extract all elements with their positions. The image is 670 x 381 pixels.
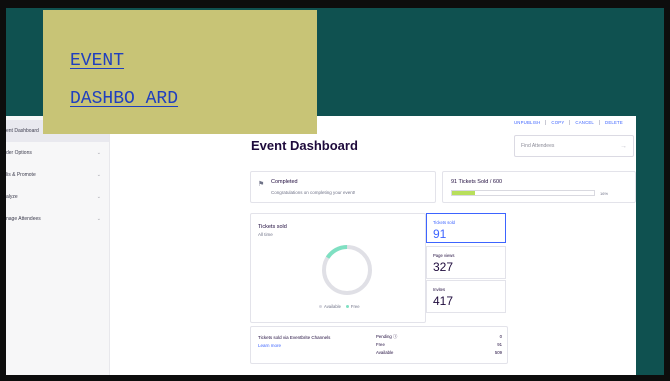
legend-available-label: Available <box>324 304 341 309</box>
stat-value: 327 <box>433 260 454 274</box>
stat-value: 417 <box>433 294 454 308</box>
sidebar-item-order-options[interactable]: der Options ⌄ <box>6 142 109 164</box>
stat-label: Page views <box>433 253 455 258</box>
arrow-right-icon[interactable]: → <box>620 143 627 150</box>
unpublish-link[interactable]: UNPUBLISH <box>509 120 545 125</box>
chart-title: Tickets sold <box>258 224 287 230</box>
slide-title-link-line1[interactable]: EVENT <box>70 51 124 71</box>
tickets-donut-chart <box>321 245 372 295</box>
status-message: Congratulations on completing your event… <box>271 190 356 195</box>
sidebar-item-label: der Options <box>6 150 32 156</box>
status-title: Completed <box>271 179 298 185</box>
row-value: 91 <box>497 342 502 347</box>
tickets-progress-percent: 16% <box>600 191 609 196</box>
tickets-progress-bar <box>451 190 595 196</box>
sidebar-item-analyze[interactable]: alyze ⌄ <box>6 186 109 208</box>
sidebar-item-label: alyze <box>6 194 18 200</box>
copy-link[interactable]: COPY <box>545 120 569 125</box>
legend-free-label: Free <box>350 304 360 309</box>
stat-invites[interactable]: Invites 417 <box>426 280 506 313</box>
stat-label: Invites <box>433 287 446 292</box>
stat-label: Tickets sold <box>433 220 455 225</box>
sidebar-item-label: nage Attendees <box>6 216 41 222</box>
chevron-down-icon: ⌄ <box>96 216 101 222</box>
stat-tickets-sold[interactable]: Tickets sold 91 <box>426 213 506 243</box>
row-value: 509 <box>494 350 502 355</box>
sidebar-item-manage-attendees[interactable]: nage Attendees ⌄ <box>6 208 109 230</box>
chevron-down-icon: ⌄ <box>96 150 101 156</box>
sidebar-item-publish-promote[interactable]: lis & Promote ⌄ <box>6 164 109 186</box>
channels-row: Free 91 <box>376 342 502 347</box>
sidebar-item-label: lis & Promote <box>6 172 36 178</box>
channels-row: Pending ⓘ 0 <box>376 334 502 340</box>
channels-row: Available 509 <box>376 350 502 355</box>
learn-more-link[interactable]: Learn more <box>258 343 281 348</box>
sidebar: ent Dashboard der Options ⌄ lis & Promot… <box>6 116 110 375</box>
row-label: Pending ⓘ <box>376 334 398 339</box>
stat-page-views[interactable]: Page views 327 <box>426 246 506 279</box>
channels-card: Tickets sold via Eventbrite Channels Lea… <box>250 326 508 364</box>
page-title: Event Dashboard <box>251 138 358 153</box>
slide-title-banner: EVENT DASHBO ARD <box>43 10 317 134</box>
frame-top <box>0 0 670 8</box>
tickets-progress-label: 91 Tickets Sold / 600 <box>451 179 503 185</box>
event-actions: UNPUBLISH COPY CANCEL DELETE <box>509 120 628 125</box>
chevron-down-icon: ⌄ <box>96 194 101 200</box>
flag-icon: ⚑ <box>258 181 265 188</box>
search-placeholder: Find Attendees <box>521 143 555 149</box>
legend-dot-free <box>345 305 349 309</box>
row-label: Available <box>376 350 394 355</box>
tickets-sold-chart-card: Tickets sold All time Available Free <box>250 213 426 323</box>
search-input[interactable]: Find Attendees → <box>514 135 634 157</box>
sidebar-item-label: ent Dashboard <box>6 128 39 134</box>
slide-title-link-line2[interactable]: DASHBO ARD <box>70 89 178 109</box>
channels-title: Tickets sold via Eventbrite Channels <box>258 335 331 340</box>
status-card: ⚑ Completed Congratulations on completin… <box>250 171 436 203</box>
legend-free: Free <box>345 304 360 309</box>
frame-bottom <box>0 375 670 381</box>
row-label: Free <box>376 342 385 347</box>
tickets-progress-fill <box>452 191 475 195</box>
row-value: 0 <box>499 334 502 339</box>
legend-dot-available <box>319 305 322 309</box>
tickets-progress-card: 91 Tickets Sold / 600 16% <box>442 171 636 203</box>
chart-legend: Available Free <box>319 304 360 309</box>
delete-link[interactable]: DELETE <box>599 120 628 125</box>
dashboard-screenshot: ent Dashboard der Options ⌄ lis & Promot… <box>6 116 636 375</box>
cancel-link[interactable]: CANCEL <box>569 120 599 125</box>
chart-subtitle: All time <box>258 232 273 237</box>
stat-value: 91 <box>433 227 447 241</box>
chevron-down-icon: ⌄ <box>96 172 101 178</box>
frame-right <box>664 0 670 381</box>
legend-available: Available <box>319 304 341 309</box>
